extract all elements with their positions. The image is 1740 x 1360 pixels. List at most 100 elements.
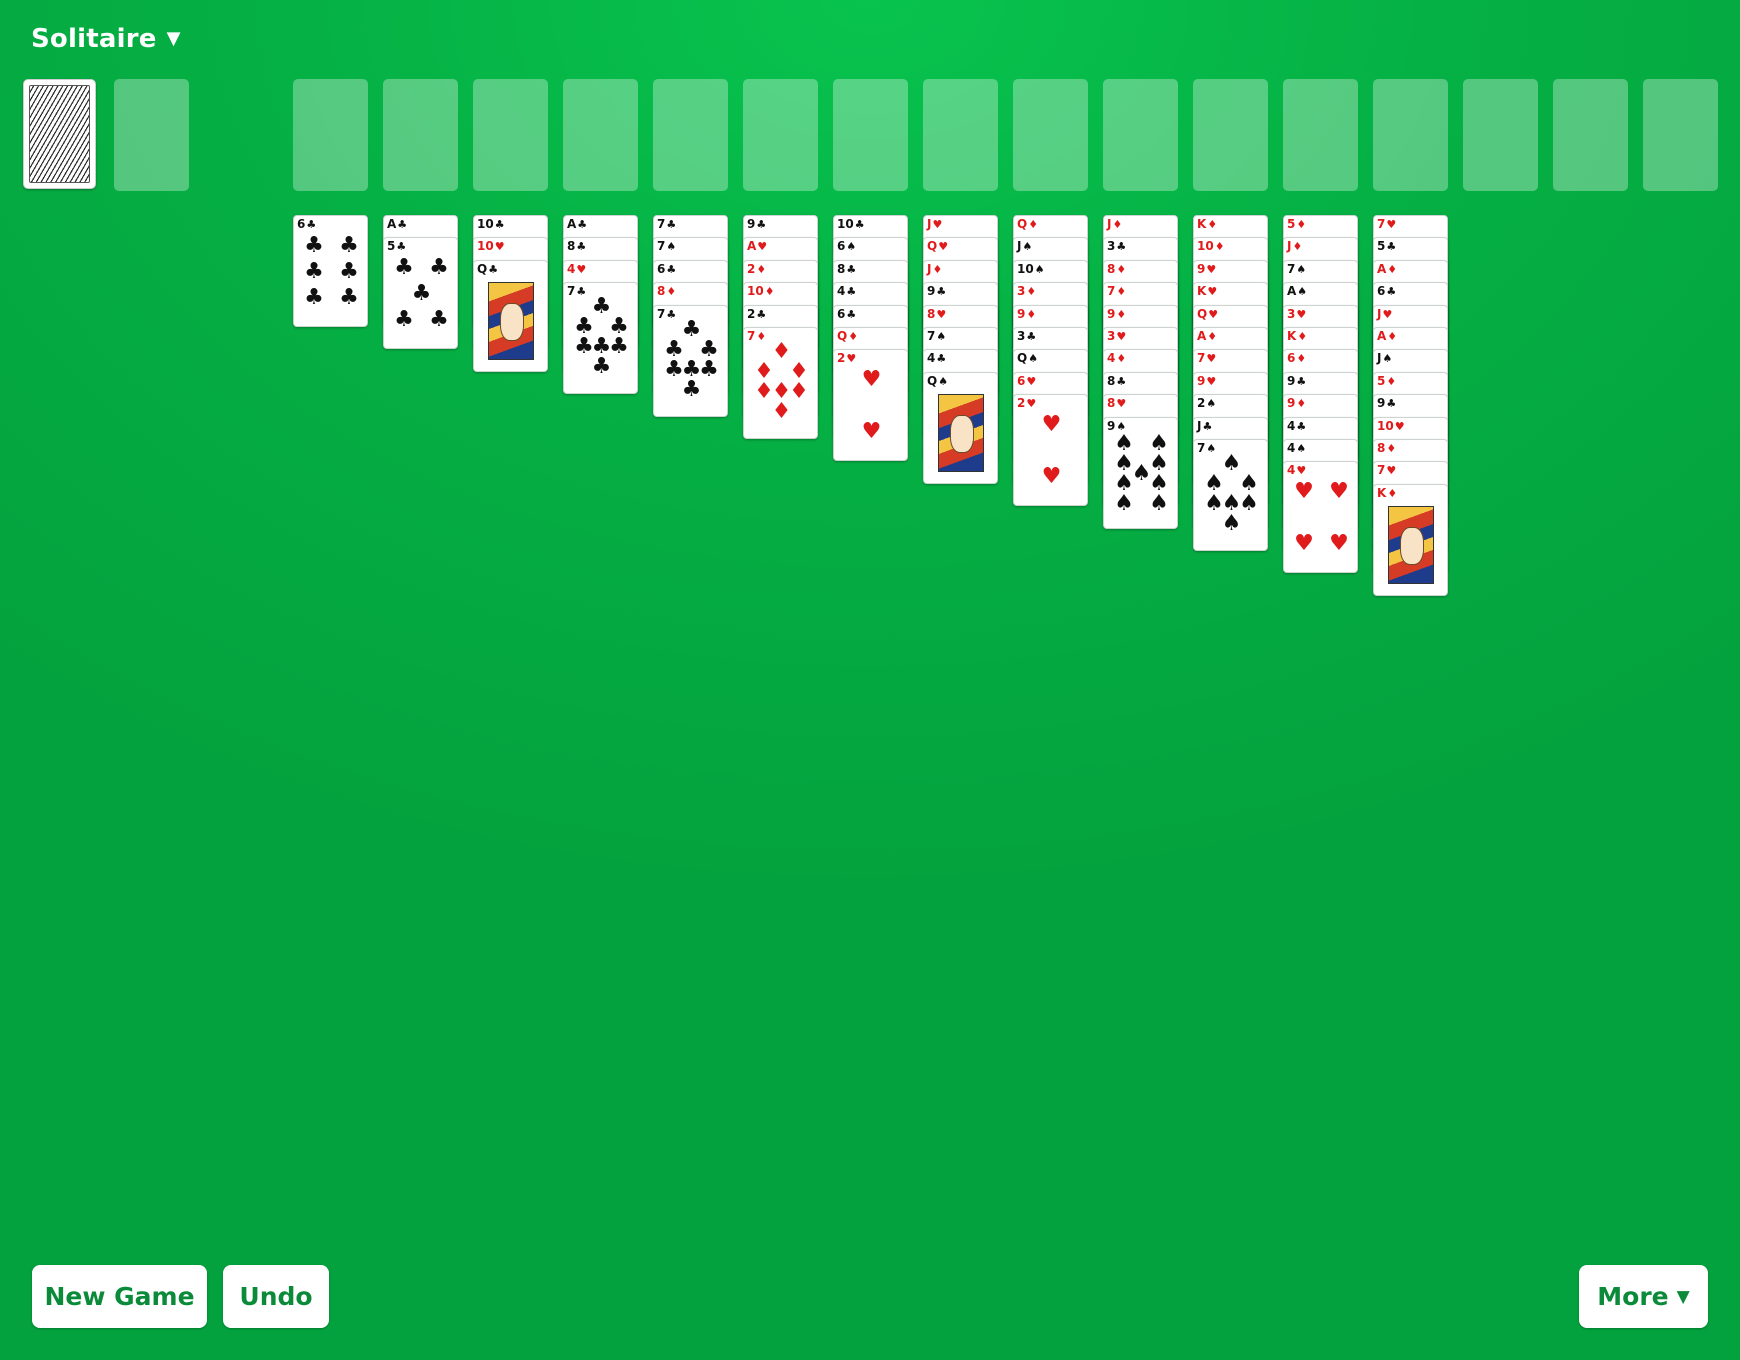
card-rank: 4 [837, 284, 846, 299]
playing-card[interactable]: 2 ♥ ♥ ♥ [1013, 394, 1088, 507]
playing-card[interactable]: 7 ♣ ♣ ♣ ♣ ♣ ♣ ♣ ♣ [653, 304, 728, 417]
foundation-slot[interactable] [1193, 79, 1268, 191]
game-title-menu[interactable]: Solitaire ▼ [31, 24, 181, 54]
card-suit-icon: ♠ [1296, 262, 1307, 276]
card-pips: ♦ ♦ ♦ ♦ ♦ ♦ ♦ [744, 328, 817, 438]
foundation-slot[interactable] [1553, 79, 1628, 191]
card-rank: 7 [927, 329, 936, 343]
card-suit-icon: ♠ [1296, 442, 1307, 455]
card-suit-icon: ♦ [1387, 486, 1398, 500]
card-suit-icon: ♣ [1386, 397, 1397, 411]
card-suit-icon: ♦ [1116, 285, 1127, 299]
foundation-slot[interactable] [1283, 79, 1358, 191]
card-suit-icon: ♠ [1022, 240, 1033, 254]
card-rank: 6 [837, 306, 846, 321]
card-suit-icon: ♥ [1382, 307, 1393, 321]
foundation-slot[interactable] [1643, 79, 1718, 191]
card-suit-icon: ♦ [1292, 240, 1303, 254]
foundation-slot[interactable] [1013, 79, 1088, 191]
playing-card[interactable]: Q ♣ [473, 259, 548, 372]
card-rank: 9 [1197, 261, 1206, 276]
card-suit-icon: ♦ [1296, 218, 1307, 231]
card-suit-icon: ♥ [932, 218, 943, 231]
playing-card[interactable]: Q ♠ [923, 371, 998, 484]
suit-pip-icon: ♣ [411, 281, 432, 307]
playing-card[interactable]: 7 ♦ ♦ ♦ ♦ ♦ ♦ ♦ ♦ [743, 327, 818, 439]
card-corner: 5 ♦ [1377, 374, 1396, 388]
card-corner: 2 ♣ [747, 307, 766, 321]
suit-pip-icon: ♣ [304, 233, 324, 258]
foundation-slot[interactable] [1103, 79, 1178, 191]
card-suit-icon: ♣ [494, 218, 505, 231]
card-rank: 5 [1377, 239, 1386, 254]
playing-card[interactable]: 4 ♥ ♥ ♥ ♥ ♥ [1283, 461, 1358, 574]
card-pips: ♠ ♠ ♠ ♠ ♠ ♠ ♠ ♠ ♠ [1104, 418, 1177, 528]
card-suit-icon: ♦ [1028, 218, 1039, 231]
card-suit-icon: ♣ [1116, 240, 1127, 254]
foundation-slot[interactable] [743, 79, 818, 191]
suit-pip-icon: ♣ [394, 255, 414, 281]
playing-card[interactable]: 6 ♣ ♣ ♣ ♣ ♣ ♣ ♣ [293, 215, 368, 327]
card-suit-icon: ♥ [1206, 352, 1217, 366]
card-suit-icon: ♦ [764, 285, 775, 299]
suit-pip-icon: ♣ [304, 285, 324, 310]
card-corner: 6 ♣ [1377, 285, 1396, 299]
foundation-slot[interactable] [923, 79, 998, 191]
playing-card[interactable]: 5 ♣ ♣ ♣ ♣ ♣ ♣ [383, 237, 458, 350]
card-suit-icon: ♣ [576, 240, 587, 254]
court-card-art [938, 393, 984, 472]
card-corner: 6 ♦ [1287, 352, 1307, 366]
card-rank: A [567, 217, 577, 231]
suit-pip-icon: ♣ [681, 376, 702, 402]
more-button[interactable]: More ▼ [1579, 1265, 1708, 1328]
card-suit-icon: ♠ [936, 330, 947, 343]
stock-pile[interactable] [23, 79, 96, 189]
foundation-slot[interactable] [1373, 79, 1448, 191]
card-pips: ♣ ♣ ♣ ♣ ♣ [384, 238, 457, 348]
playing-card[interactable]: 9 ♠ ♠ ♠ ♠ ♠ ♠ ♠ ♠ ♠ ♠ [1103, 416, 1178, 529]
court-face [500, 302, 524, 341]
card-suit-icon: ♠ [1297, 285, 1308, 299]
card-suit-icon: ♣ [666, 218, 677, 231]
card-corner: 10 ♠ [1017, 262, 1045, 276]
undo-button[interactable]: Undo [223, 1265, 329, 1328]
card-rank: 9 [1377, 396, 1386, 411]
card-corner: 10 ♦ [747, 285, 775, 299]
playing-card[interactable]: 2 ♥ ♥ ♥ [833, 349, 908, 462]
foundation-slot[interactable] [653, 79, 728, 191]
card-corner: 2 ♠ [1197, 397, 1216, 411]
suit-pip-icon: ♣ [339, 259, 359, 284]
card-suit-icon: ♠ [938, 374, 949, 388]
card-rank: 7 [1107, 284, 1116, 299]
foundation-slot[interactable] [473, 79, 548, 191]
card-suit-icon: ♣ [1386, 240, 1397, 254]
card-corner: 10 ♣ [837, 217, 865, 232]
card-corner: 3 ♥ [1107, 330, 1126, 344]
card-corner: 9 ♣ [1377, 396, 1397, 411]
card-rank: 10 [1197, 239, 1214, 254]
card-suit-icon: ♣ [1202, 419, 1213, 433]
foundation-slot[interactable] [833, 79, 908, 191]
playing-card[interactable]: K ♦ [1373, 483, 1448, 596]
foundation-slot[interactable] [1463, 79, 1538, 191]
card-suit-icon: ♣ [936, 285, 947, 299]
card-rank: 5 [1287, 217, 1296, 231]
foundation-slot[interactable] [383, 79, 458, 191]
card-suit-icon: ♣ [846, 307, 857, 321]
suit-pip-icon: ♣ [591, 354, 612, 380]
card-suit-icon: ♣ [846, 285, 857, 299]
foundation-slot[interactable] [563, 79, 638, 191]
card-suit-icon: ♦ [1296, 352, 1307, 366]
playing-card[interactable]: 7 ♠ ♠ ♠ ♠ ♠ ♠ ♠ ♠ [1193, 439, 1268, 551]
card-pips: ♣ ♣ ♣ ♣ ♣ ♣ ♣ [564, 283, 637, 393]
card-rank: 10 [837, 217, 854, 231]
card-suit-icon: ♥ [494, 240, 505, 254]
card-suit-icon: ♦ [1214, 240, 1225, 254]
foundation-slot[interactable] [293, 79, 368, 191]
waste-pile[interactable] [114, 79, 189, 191]
new-game-button[interactable]: New Game [32, 1265, 207, 1328]
card-rank: 4 [927, 351, 936, 366]
card-corner: 7 ♠ [927, 329, 947, 344]
card-rank: 2 [747, 261, 756, 276]
playing-card[interactable]: 7 ♣ ♣ ♣ ♣ ♣ ♣ ♣ ♣ [563, 282, 638, 395]
